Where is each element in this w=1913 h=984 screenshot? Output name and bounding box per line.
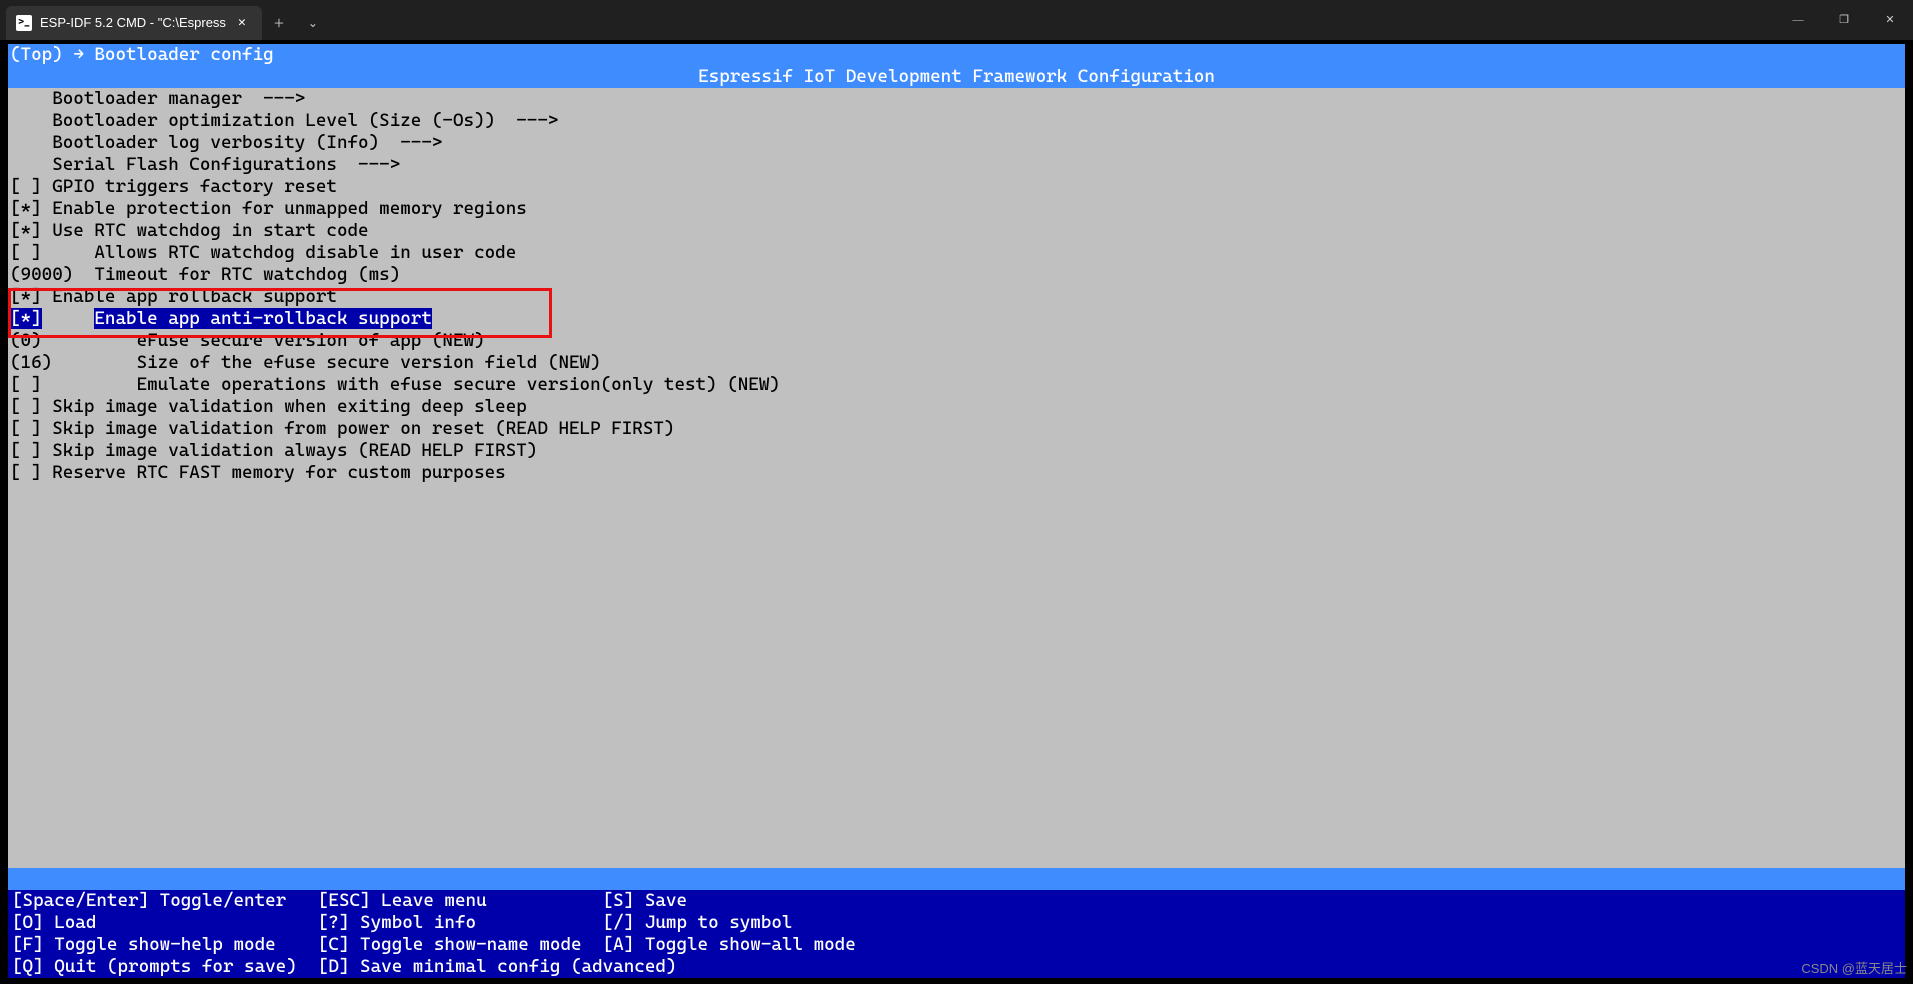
terminal-area[interactable]: (Top) → Bootloader config Espressif IoT … xyxy=(8,44,1905,978)
terminal-icon: >_ xyxy=(16,15,32,31)
menu-list: Bootloader manager ---> Bootloader optim… xyxy=(8,88,1905,484)
menu-item[interactable]: [*] Enable app rollback support xyxy=(8,286,1905,308)
close-window-button[interactable]: ✕ xyxy=(1867,0,1913,40)
menu-item[interactable]: [ ] GPIO triggers factory reset xyxy=(8,176,1905,198)
separator-bar xyxy=(8,868,1905,890)
tab-title: ESP-IDF 5.2 CMD - "C:\Espress xyxy=(40,12,226,34)
close-tab-button[interactable]: ✕ xyxy=(234,15,250,31)
menu-item[interactable]: [ ] Skip image validation when exiting d… xyxy=(8,396,1905,418)
help-line: [Space/Enter] Toggle/enter [ESC] Leave m… xyxy=(8,890,1905,912)
menu-item[interactable]: (16) Size of the efuse secure version fi… xyxy=(8,352,1905,374)
menu-item[interactable]: [ ] Skip image validation from power on … xyxy=(8,418,1905,440)
watermark: CSDN @蓝天居士 xyxy=(1801,958,1907,980)
help-line: [Q] Quit (prompts for save) [D] Save min… xyxy=(8,956,1905,978)
help-line: [O] Load [?] Symbol info [/] Jump to sym… xyxy=(8,912,1905,934)
active-tab[interactable]: >_ ESP-IDF 5.2 CMD - "C:\Espress ✕ xyxy=(6,6,262,40)
menu-item[interactable]: (9000) Timeout for RTC watchdog (ms) xyxy=(8,264,1905,286)
help-bar: [Space/Enter] Toggle/enter [ESC] Leave m… xyxy=(8,890,1905,978)
config-title: Espressif IoT Development Framework Conf… xyxy=(8,66,1905,88)
menu-item[interactable]: Bootloader log verbosity (Info) ---> xyxy=(8,132,1905,154)
menu-item[interactable]: [ ] Skip image validation always (READ H… xyxy=(8,440,1905,462)
menu-item[interactable]: [ ] Emulate operations with efuse secure… xyxy=(8,374,1905,396)
menu-item[interactable]: [ ] Allows RTC watchdog disable in user … xyxy=(8,242,1905,264)
menu-item[interactable]: Serial Flash Configurations ---> xyxy=(8,154,1905,176)
minimize-button[interactable]: — xyxy=(1775,0,1821,40)
new-tab-button[interactable]: + xyxy=(262,6,296,40)
tab-dropdown-button[interactable]: ⌄ xyxy=(296,6,330,40)
menu-item[interactable]: [*] Enable protection for unmapped memor… xyxy=(8,198,1905,220)
menu-item[interactable]: (0) eFuse secure version of app (NEW) xyxy=(8,330,1905,352)
titlebar: >_ ESP-IDF 5.2 CMD - "C:\Espress ✕ + ⌄ —… xyxy=(0,0,1913,40)
breadcrumb: (Top) → Bootloader config xyxy=(8,44,1905,66)
maximize-button[interactable]: ❐ xyxy=(1821,0,1867,40)
menu-item[interactable]: [*] Use RTC watchdog in start code xyxy=(8,220,1905,242)
help-line: [F] Toggle show-help mode [C] Toggle sho… xyxy=(8,934,1905,956)
menu-item[interactable]: Bootloader manager ---> xyxy=(8,88,1905,110)
menu-item[interactable]: Bootloader optimization Level (Size (-Os… xyxy=(8,110,1905,132)
menu-item[interactable]: [*] Enable app anti-rollback support xyxy=(8,308,1905,330)
menu-item[interactable]: [ ] Reserve RTC FAST memory for custom p… xyxy=(8,462,1905,484)
